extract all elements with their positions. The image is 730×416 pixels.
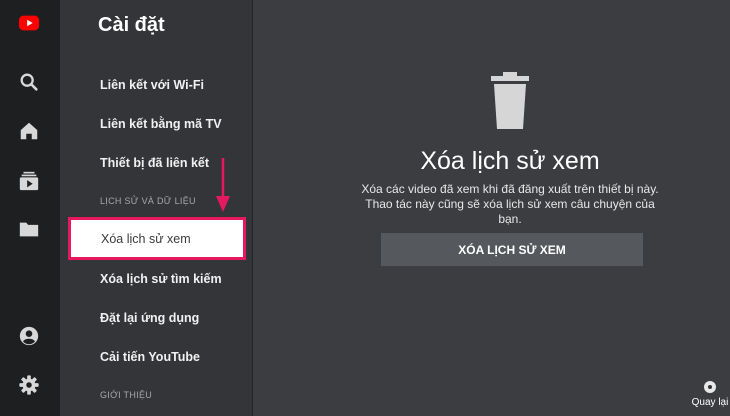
page-title: Cài đặt bbox=[98, 14, 165, 36]
account-icon[interactable] bbox=[16, 323, 42, 349]
back-label: Quay lại bbox=[691, 397, 729, 408]
library-icon[interactable] bbox=[16, 216, 42, 242]
menu-item-tv-code-link[interactable]: Liên kết bằng mã TV bbox=[100, 117, 222, 131]
settings-icon[interactable] bbox=[16, 372, 42, 398]
nav-rail bbox=[0, 0, 60, 416]
menu-item-label: Xóa lịch sử xem bbox=[101, 231, 191, 246]
remote-button-icon bbox=[704, 381, 716, 393]
home-icon[interactable] bbox=[16, 118, 42, 144]
menu-item-wifi-link[interactable]: Liên kết với Wi-Fi bbox=[100, 78, 204, 92]
trash-icon bbox=[491, 72, 529, 129]
detail-panel: Xóa lịch sử xem Xóa các video đã xem khi… bbox=[253, 0, 730, 416]
panel-description: Xóa các video đã xem khi đã đăng xuất tr… bbox=[361, 182, 659, 226]
menu-item-clear-search-history[interactable]: Xóa lịch sử tìm kiếm bbox=[100, 272, 222, 286]
menu-item-clear-watch-history[interactable]: Xóa lịch sử xem bbox=[68, 217, 246, 260]
menu-item-improve-youtube[interactable]: Cải tiến YouTube bbox=[100, 350, 200, 364]
arrow-down-icon bbox=[216, 158, 230, 212]
back-hint[interactable]: Quay lại bbox=[690, 381, 730, 408]
section-header-history: LỊCH SỬ VÀ DỮ LIỆU bbox=[100, 196, 196, 206]
section-header-about: GIỚI THIỆU bbox=[100, 390, 153, 400]
search-icon[interactable] bbox=[16, 69, 42, 95]
youtube-logo-icon[interactable] bbox=[16, 10, 42, 36]
panel-title: Xóa lịch sử xem bbox=[420, 147, 600, 175]
clear-watch-history-button[interactable]: XÓA LỊCH SỬ XEM bbox=[381, 233, 643, 266]
menu-item-reset-app[interactable]: Đặt lại ứng dụng bbox=[100, 311, 199, 325]
subscriptions-icon[interactable] bbox=[16, 168, 42, 194]
menu-item-linked-devices[interactable]: Thiết bị đã liên kết bbox=[100, 156, 209, 170]
